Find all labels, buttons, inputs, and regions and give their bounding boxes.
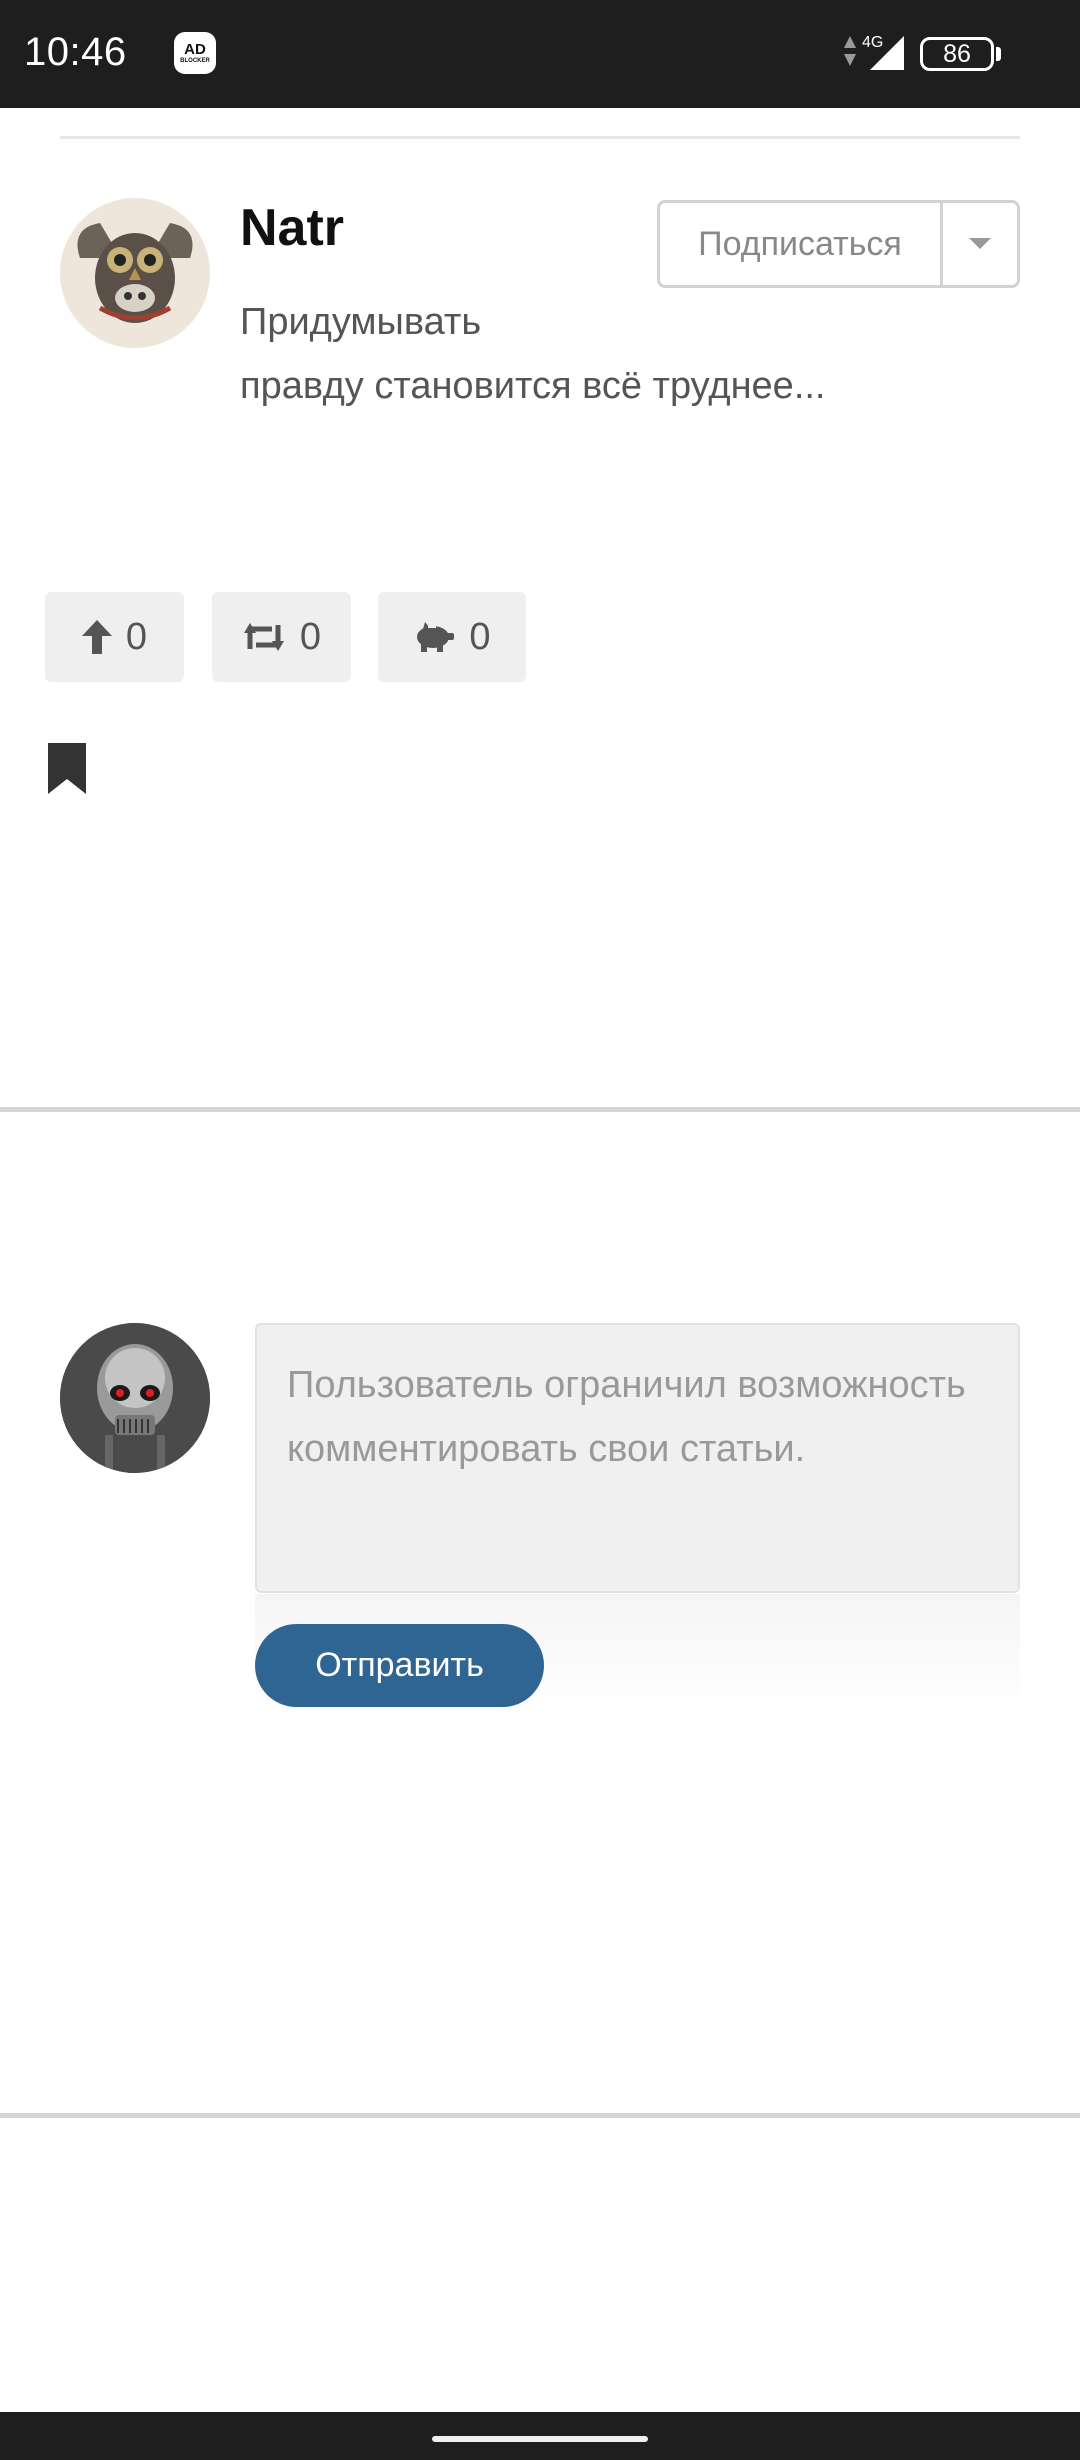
send-button[interactable]: Отправить bbox=[255, 1624, 544, 1707]
author-bio: Придумывать правду становится всё трудне… bbox=[240, 290, 960, 418]
donate-button[interactable]: 0 bbox=[378, 592, 526, 682]
status-time: 10:46 bbox=[24, 30, 127, 74]
signal-icon bbox=[870, 36, 904, 70]
adblock-sublabel: BLOCKER bbox=[180, 58, 210, 64]
author-bio-line-2: правду становится всё труднее... bbox=[240, 365, 826, 407]
subscribe-group: Подписаться bbox=[657, 200, 1020, 288]
subscribe-dropdown-button[interactable] bbox=[943, 203, 1017, 285]
bookmark-icon[interactable] bbox=[48, 743, 86, 794]
terminator-illustration bbox=[60, 1323, 210, 1473]
section-divider bbox=[0, 1107, 1080, 1112]
user-avatar bbox=[60, 1323, 210, 1473]
comment-placeholder: Пользователь ограничил возможность комме… bbox=[287, 1364, 966, 1470]
piggy-bank-icon bbox=[417, 622, 455, 652]
upvote-count: 0 bbox=[125, 615, 148, 658]
author-bio-line-1: Придумывать bbox=[240, 301, 482, 343]
owl-illustration bbox=[60, 198, 210, 348]
battery-cap bbox=[996, 47, 1001, 61]
data-activity-icon bbox=[844, 36, 856, 66]
battery-level: 86 bbox=[943, 39, 971, 68]
subscribe-button[interactable]: Подписаться bbox=[660, 203, 943, 285]
comment-input[interactable]: Пользователь ограничил возможность комме… bbox=[255, 1323, 1020, 1593]
section-divider-bottom bbox=[0, 2113, 1080, 2118]
adblock-label: AD bbox=[184, 41, 206, 58]
author-avatar[interactable] bbox=[60, 198, 210, 348]
arrow-up-icon bbox=[81, 620, 112, 654]
repost-icon bbox=[243, 623, 284, 651]
adblock-icon: AD BLOCKER bbox=[174, 32, 216, 74]
home-indicator[interactable] bbox=[432, 2436, 648, 2442]
repost-count: 0 bbox=[299, 615, 322, 658]
chevron-down-icon bbox=[969, 238, 991, 249]
battery-icon: 86 bbox=[920, 37, 994, 71]
donate-count: 0 bbox=[469, 615, 491, 658]
upvote-button[interactable]: 0 bbox=[45, 592, 184, 682]
repost-button[interactable]: 0 bbox=[212, 592, 351, 682]
top-divider bbox=[60, 136, 1020, 139]
status-bar: 10:46 AD BLOCKER 4G 86 bbox=[0, 0, 1080, 108]
author-name[interactable]: Natr bbox=[240, 198, 344, 258]
